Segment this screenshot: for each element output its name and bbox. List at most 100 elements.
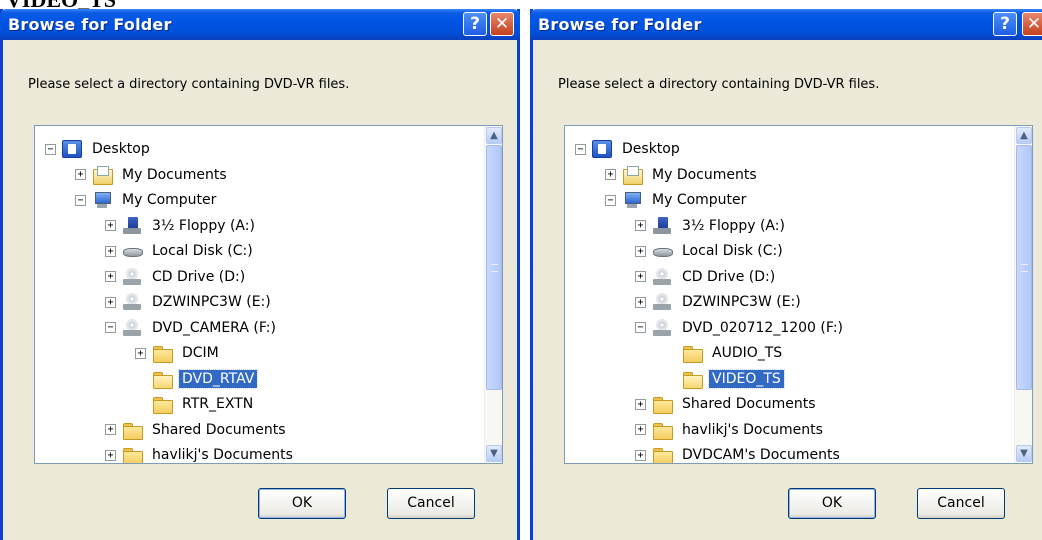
collapse-icon[interactable]: − (605, 194, 616, 206)
scroll-up-button[interactable]: ▲ (1016, 127, 1032, 144)
tree-item[interactable]: DVD_RTAV (135, 366, 259, 392)
expand-icon[interactable]: + (105, 220, 116, 231)
cancel-button[interactable]: Cancel (387, 488, 475, 519)
tree-item[interactable]: + havlikj's Documents (105, 442, 296, 463)
tree-item-label[interactable]: DZWINPC3W (E:) (679, 293, 804, 311)
scroll-thumb[interactable] (1016, 145, 1032, 390)
expand-icon[interactable]: + (635, 449, 646, 461)
expand-icon[interactable]: + (135, 347, 146, 359)
expand-icon[interactable]: + (105, 424, 116, 435)
instruction-text: Please select a directory containing DVD… (28, 77, 350, 92)
collapse-icon[interactable]: − (105, 322, 116, 333)
tree-item[interactable]: + Local Disk (C:) (635, 238, 786, 264)
tree-item-label[interactable]: Desktop (619, 140, 683, 158)
title-bar[interactable]: Browse for Folder ? ✕ (0, 9, 520, 40)
expand-icon[interactable]: + (635, 398, 646, 410)
collapse-icon[interactable]: − (75, 194, 86, 206)
tree-item-label[interactable]: havlikj's Documents (149, 446, 296, 463)
vertical-scrollbar[interactable]: ▲ ▼ (484, 126, 502, 463)
tree-item-label[interactable]: VIDEO_TS (708, 368, 785, 389)
tree-item-label[interactable]: Shared Documents (679, 395, 819, 413)
folder-tree[interactable]: − Desktop + My Documents − My Computer +3½ Flo… (564, 125, 1033, 464)
tree-item-label[interactable]: DVD_CAMERA (F:) (149, 319, 279, 337)
tree-item-label[interactable]: DVDCAM's Documents (679, 446, 843, 463)
tree-item-label[interactable]: CD Drive (D:) (149, 268, 248, 286)
collapse-icon[interactable]: − (45, 143, 56, 155)
tree-item[interactable]: − My Computer (605, 187, 749, 213)
tree-item[interactable]: + My Documents (75, 162, 230, 188)
tree-item-label[interactable]: havlikj's Documents (679, 421, 826, 439)
folder-icon (152, 395, 173, 414)
tree-item-label[interactable]: My Documents (649, 166, 760, 184)
tree-item[interactable]: RTR_EXTN (135, 391, 256, 417)
expand-icon[interactable]: + (635, 271, 646, 282)
tree-item-label[interactable]: My Documents (119, 166, 230, 184)
tree-item-label[interactable]: Local Disk (C:) (679, 242, 786, 260)
tree-item[interactable]: − My Computer (75, 187, 219, 213)
tree-item-label[interactable]: RTR_EXTN (179, 395, 256, 413)
tree-item[interactable]: + havlikj's Documents (635, 417, 826, 443)
tree-item-label[interactable]: DVD_RTAV (177, 368, 259, 389)
cancel-button[interactable]: Cancel (917, 488, 1005, 519)
expand-icon[interactable]: + (105, 296, 116, 308)
tree-item[interactable]: + Shared Documents (635, 391, 819, 417)
ok-button[interactable]: OK (258, 488, 346, 519)
vertical-scrollbar[interactable]: ▲ ▼ (1014, 126, 1032, 463)
tree-item-label[interactable]: DCIM (179, 344, 222, 362)
expand-icon[interactable]: + (105, 271, 116, 282)
tree-item[interactable]: + Local Disk (C:) (105, 238, 256, 264)
help-button[interactable]: ? (463, 12, 487, 36)
expand-icon[interactable]: + (635, 220, 646, 231)
tree-item[interactable]: + DCIM (135, 340, 222, 366)
cd-drive-icon (652, 267, 672, 286)
scroll-thumb[interactable] (486, 145, 502, 390)
tree-item-label[interactable]: My Computer (649, 191, 749, 209)
tree-item[interactable]: − DVD_CAMERA (F:) (105, 315, 279, 341)
tree-item-label[interactable]: Local Disk (C:) (149, 242, 256, 260)
tree-item[interactable]: VIDEO_TS (665, 366, 785, 392)
tree-item[interactable]: + DVDCAM's Documents (635, 442, 843, 463)
close-button[interactable]: ✕ (1022, 12, 1042, 36)
expand-icon[interactable]: + (635, 296, 646, 308)
tree-item[interactable]: + CD Drive (D:) (635, 264, 778, 290)
expand-icon[interactable]: + (75, 169, 86, 180)
scroll-down-button[interactable]: ▼ (1016, 445, 1032, 462)
tree-item[interactable]: − DVD_020712_1200 (F:) (635, 315, 846, 341)
folder-icon (652, 446, 673, 463)
collapse-icon[interactable]: − (575, 143, 586, 155)
tree-item-label[interactable]: CD Drive (D:) (679, 268, 778, 286)
tree-item[interactable]: AUDIO_TS (665, 340, 785, 366)
tree-rows: − Desktop + My Documents − My Computer +3½ Flo… (565, 126, 1014, 463)
ok-button[interactable]: OK (788, 488, 876, 519)
collapse-icon[interactable]: − (635, 322, 646, 333)
tree-item-label[interactable]: My Computer (119, 191, 219, 209)
expand-icon[interactable]: + (105, 245, 116, 257)
expand-icon[interactable]: + (635, 245, 646, 257)
expand-icon[interactable]: + (105, 449, 116, 461)
folder-tree[interactable]: − Desktop + My Documents − My Computer +3½ Flo… (34, 125, 503, 464)
title-bar[interactable]: Browse for Folder ? ✕ (530, 9, 1042, 40)
tree-item[interactable]: − Desktop (45, 136, 153, 162)
tree-item-label[interactable]: DVD_020712_1200 (F:) (679, 319, 846, 337)
help-button[interactable]: ? (993, 12, 1017, 36)
scroll-up-button[interactable]: ▲ (486, 127, 502, 144)
tree-item-label[interactable]: 3½ Floppy (A:) (679, 217, 788, 235)
tree-item-label[interactable]: Shared Documents (149, 421, 289, 439)
tree-item[interactable]: − Desktop (575, 136, 683, 162)
expand-icon[interactable]: + (635, 424, 646, 435)
tree-item[interactable]: + My Documents (605, 162, 760, 188)
scroll-down-button[interactable]: ▼ (486, 445, 502, 462)
tree-item[interactable]: +3½ Floppy (A:) (105, 213, 258, 239)
tree-item[interactable]: + Shared Documents (105, 417, 289, 443)
tree-item[interactable]: + CD Drive (D:) (105, 264, 248, 290)
tree-item-label[interactable]: DZWINPC3W (E:) (149, 293, 274, 311)
tree-item-label[interactable]: AUDIO_TS (709, 344, 785, 362)
expand-icon[interactable]: + (605, 169, 616, 180)
close-button[interactable]: ✕ (490, 12, 514, 36)
tree-item[interactable]: + DZWINPC3W (E:) (105, 289, 274, 315)
tree-item-label[interactable]: 3½ Floppy (A:) (149, 217, 258, 235)
tree-item-label[interactable]: Desktop (89, 140, 153, 158)
tree-item[interactable]: +3½ Floppy (A:) (635, 213, 788, 239)
tree-item[interactable]: + DZWINPC3W (E:) (635, 289, 804, 315)
